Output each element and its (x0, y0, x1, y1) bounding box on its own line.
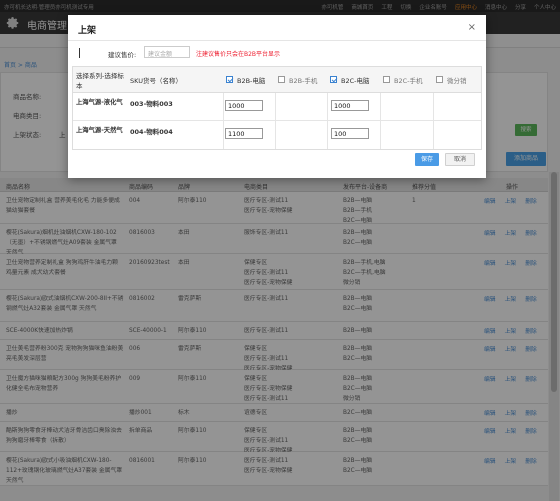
sku-row: 上海气源-天然气 004-物料004 1100 100 (73, 121, 481, 149)
sku-row: 上海气源-液化气 003-物料003 1000 1000 (73, 93, 481, 121)
dialog-title: 上架 (78, 26, 97, 36)
platform-checkbox[interactable] (278, 76, 285, 83)
sku-code: 004-物料004 (130, 128, 173, 136)
platform-label: B2C-手机 (394, 77, 423, 85)
b2c-pc-price-input[interactable]: 1000 (331, 100, 369, 111)
column-divider (327, 93, 328, 120)
shelve-dialog: 上架 × 建议售价: 建议金额 注建议售价只会在B2B平台显示 选择系列-选择标… (68, 15, 486, 178)
platform-label: 微分销 (447, 77, 467, 85)
sku-table-header: 选择系列-选择标本 SKU货号（名称） B2B-电脑 B2B-手机 B2C-电脑 B2… (73, 67, 481, 93)
platform-label: B2C-电脑 (341, 77, 370, 85)
column-divider (433, 121, 434, 149)
save-button[interactable]: 保存 (415, 153, 439, 166)
cancel-button[interactable]: 取消 (445, 153, 475, 166)
b2b-pc-price-input[interactable]: 1000 (225, 100, 263, 111)
platform-checkbox[interactable] (436, 76, 443, 83)
column-divider (223, 93, 224, 120)
sku-code: 003-物料003 (130, 100, 173, 108)
dialog-header: 上架 × (68, 15, 486, 41)
text-cursor (79, 48, 80, 58)
header-sku: SKU货号（名称） (130, 77, 182, 85)
column-divider (433, 93, 434, 120)
suggested-price-input[interactable]: 建议金额 (144, 46, 190, 58)
sku-table: 选择系列-选择标本 SKU货号（名称） B2B-电脑 B2B-手机 B2C-电脑 B2… (72, 66, 482, 150)
suggested-price-label: 建议售价: (108, 51, 137, 59)
column-divider (380, 93, 381, 120)
sku-series: 上海气源-天然气 (76, 127, 123, 134)
platform-checkbox[interactable] (383, 76, 390, 83)
column-divider (275, 121, 276, 149)
column-divider (327, 121, 328, 149)
header-series: 选择系列-选择标本 (76, 72, 124, 90)
column-divider (380, 121, 381, 149)
sku-series: 上海气源-液化气 (76, 99, 123, 106)
b2b-pc-price-input[interactable]: 1100 (225, 128, 263, 139)
column-divider (275, 93, 276, 120)
platform-label: B2B-电脑 (237, 77, 266, 85)
close-icon[interactable]: × (468, 22, 476, 33)
platform-checkbox[interactable] (330, 76, 337, 83)
platform-checkbox[interactable] (226, 76, 233, 83)
platform-label: B2B-手机 (289, 77, 318, 85)
price-hint: 注建议售价只会在B2B平台显示 (196, 51, 281, 58)
b2c-pc-price-input[interactable]: 100 (331, 128, 369, 139)
column-divider (223, 121, 224, 149)
